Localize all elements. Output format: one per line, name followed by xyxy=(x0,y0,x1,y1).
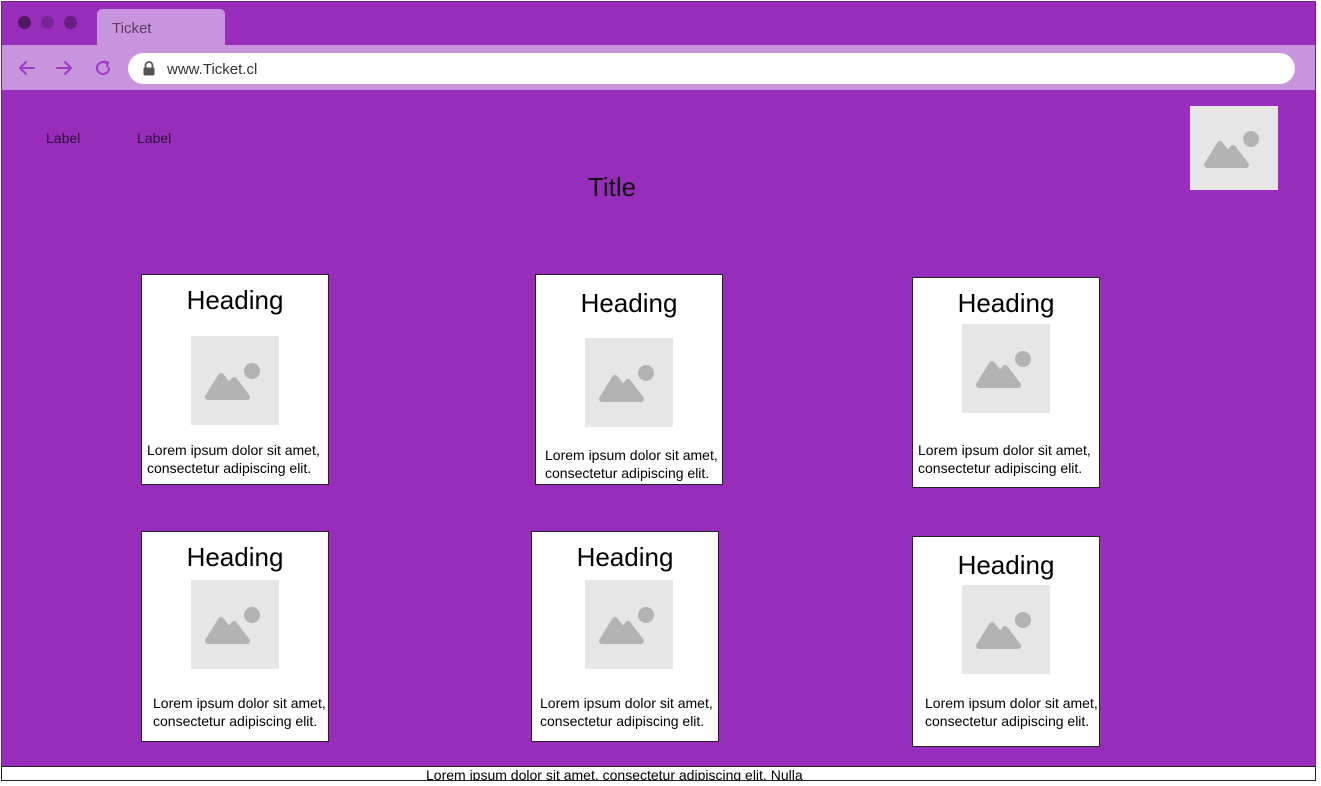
card-heading: Heading xyxy=(186,542,284,572)
reload-icon[interactable] xyxy=(93,58,113,78)
card-heading: Heading xyxy=(576,542,674,572)
browser-tab[interactable]: Ticket xyxy=(97,9,225,45)
logo-image xyxy=(1190,106,1278,190)
tab-title: Ticket xyxy=(112,20,152,37)
address-bar: www.Ticket.cl xyxy=(2,45,1315,90)
window-maximize-dot[interactable] xyxy=(64,16,77,29)
card-heading: Heading xyxy=(580,288,678,318)
image-placeholder-icon xyxy=(205,363,260,400)
card[interactable]: Heading Lorem ipsum dolor sit amet, conse… xyxy=(141,531,329,742)
image-placeholder-icon xyxy=(599,365,654,402)
card[interactable]: Heading Lorem ipsum dolor sit amet, conse… xyxy=(531,531,719,742)
page-title: Title xyxy=(587,172,637,202)
image-placeholder-icon xyxy=(976,612,1031,649)
footer-text: Lorem ipsum dolor sit amet, consectetur … xyxy=(426,767,803,781)
nav-label[interactable]: Label xyxy=(137,130,171,146)
card-image xyxy=(962,585,1050,674)
card-text: Lorem ipsum dolor sit amet, consectetur a… xyxy=(153,695,326,729)
card-text: Lorem ipsum dolor sit amet, consectetur a… xyxy=(545,447,718,481)
card-text: Lorem ipsum dolor sit amet, consectetur a… xyxy=(918,442,1091,476)
forward-arrow-icon[interactable] xyxy=(54,58,74,78)
nav-label[interactable]: Label xyxy=(46,130,80,146)
lock-icon xyxy=(142,61,156,76)
card[interactable]: Heading Lorem ipsum dolor sit amet, conse… xyxy=(912,536,1100,747)
card-text: Lorem ipsum dolor sit amet, consectetur a… xyxy=(147,442,320,476)
card-image xyxy=(191,580,279,669)
browser-window: Ticket www.Ticket.cl Label Label Title H… xyxy=(1,1,1316,767)
card-text: Lorem ipsum dolor sit amet, consectetur a… xyxy=(925,695,1098,729)
image-placeholder-icon xyxy=(205,607,260,644)
card[interactable]: Heading Lorem ipsum dolor sit amet, conse… xyxy=(535,274,723,485)
url-input[interactable]: www.Ticket.cl xyxy=(128,53,1295,84)
window-minimize-dot[interactable] xyxy=(41,16,54,29)
card-heading: Heading xyxy=(957,288,1055,318)
card[interactable]: Heading Lorem ipsum dolor sit amet, conse… xyxy=(912,277,1100,488)
image-placeholder-icon xyxy=(1204,131,1259,168)
url-text: www.Ticket.cl xyxy=(167,61,258,78)
footer: Lorem ipsum dolor sit amet, consectetur … xyxy=(1,766,1316,781)
image-placeholder-icon xyxy=(976,351,1031,388)
card-text: Lorem ipsum dolor sit amet, consectetur a… xyxy=(540,695,713,729)
card-heading: Heading xyxy=(957,550,1055,580)
card-image xyxy=(962,324,1050,413)
card[interactable]: Heading Lorem ipsum dolor sit amet, conse… xyxy=(141,274,329,485)
image-placeholder-icon xyxy=(599,607,654,644)
card-image xyxy=(585,580,673,669)
card-image xyxy=(585,338,673,427)
card-image xyxy=(191,336,279,425)
window-close-dot[interactable] xyxy=(18,16,31,29)
card-heading: Heading xyxy=(186,285,284,315)
back-arrow-icon[interactable] xyxy=(17,58,37,78)
